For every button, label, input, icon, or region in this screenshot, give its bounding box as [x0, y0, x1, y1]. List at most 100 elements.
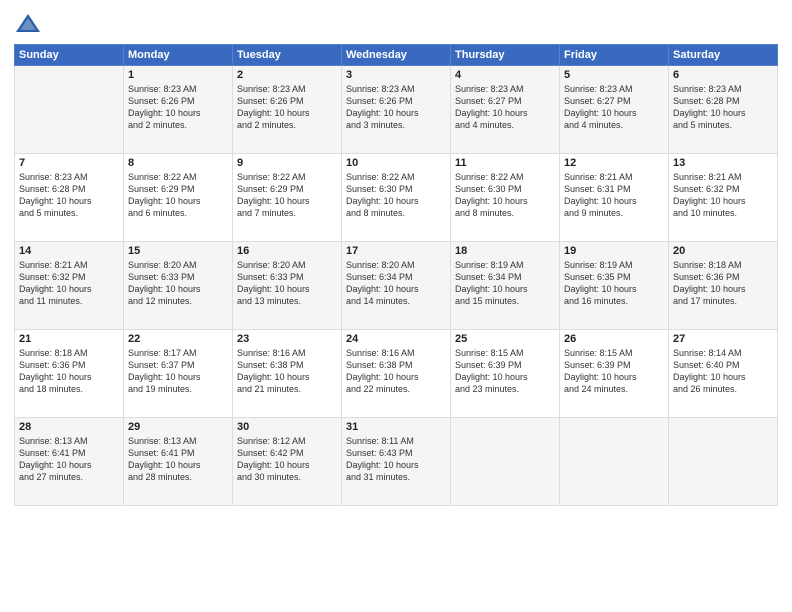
day-cell: 2Sunrise: 8:23 AMSunset: 6:26 PMDaylight…	[233, 66, 342, 154]
day-number: 17	[346, 245, 446, 257]
day-number: 22	[128, 333, 228, 345]
day-info: Sunrise: 8:11 AMSunset: 6:43 PMDaylight:…	[346, 435, 446, 484]
day-info: Sunrise: 8:23 AMSunset: 6:26 PMDaylight:…	[128, 83, 228, 132]
day-info: Sunrise: 8:23 AMSunset: 6:27 PMDaylight:…	[564, 83, 664, 132]
day-cell: 16Sunrise: 8:20 AMSunset: 6:33 PMDayligh…	[233, 242, 342, 330]
day-cell: 21 Sunrise: 8:18 AMSunset: 6:36 PMDayligh…	[15, 330, 124, 418]
day-info: Sunrise: 8:22 AMSunset: 6:30 PMDaylight:…	[346, 171, 446, 220]
day-number: 1	[128, 69, 228, 81]
day-cell: 26Sunrise: 8:15 AMSunset: 6:39 PMDayligh…	[560, 330, 669, 418]
day-number: 8	[128, 157, 228, 169]
day-cell: 22 Sunrise: 8:17 AMSunset: 6:37 PMDayligh…	[124, 330, 233, 418]
day-number: 29	[128, 421, 228, 433]
day-info: Sunrise: 8:22 AMSunset: 6:30 PMDaylight:…	[455, 171, 555, 220]
day-info: Sunrise: 8:17 AMSunset: 6:37 PMDaylight:…	[128, 347, 228, 396]
day-info: Sunrise: 8:23 AMSunset: 6:27 PMDaylight:…	[455, 83, 555, 132]
day-number: 28	[19, 421, 119, 433]
day-info: Sunrise: 8:18 AMSunset: 6:36 PMDaylight:…	[673, 259, 773, 308]
day-number: 15	[128, 245, 228, 257]
day-cell: 10 Sunrise: 8:22 AMSunset: 6:30 PMDayligh…	[342, 154, 451, 242]
day-cell: 15 Sunrise: 8:20 AMSunset: 6:33 PMDayligh…	[124, 242, 233, 330]
header-cell-saturday: Saturday	[669, 45, 778, 66]
header-row: SundayMondayTuesdayWednesdayThursdayFrid…	[15, 45, 778, 66]
day-number: 10	[346, 157, 446, 169]
day-cell: 30 Sunrise: 8:12 AMSunset: 6:42 PMDayligh…	[233, 418, 342, 506]
day-cell: 7 Sunrise: 8:23 AMSunset: 6:28 PMDaylight…	[15, 154, 124, 242]
day-cell: 19Sunrise: 8:19 AMSunset: 6:35 PMDayligh…	[560, 242, 669, 330]
day-cell: 8 Sunrise: 8:22 AMSunset: 6:29 PMDaylight…	[124, 154, 233, 242]
day-info: Sunrise: 8:22 AMSunset: 6:29 PMDaylight:…	[237, 171, 337, 220]
day-cell: 11 Sunrise: 8:22 AMSunset: 6:30 PMDayligh…	[451, 154, 560, 242]
day-cell: 18Sunrise: 8:19 AMSunset: 6:34 PMDayligh…	[451, 242, 560, 330]
day-info: Sunrise: 8:19 AMSunset: 6:34 PMDaylight:…	[455, 259, 555, 308]
day-cell: 4 Sunrise: 8:23 AMSunset: 6:27 PMDaylight…	[451, 66, 560, 154]
day-cell: 29 Sunrise: 8:13 AMSunset: 6:41 PMDayligh…	[124, 418, 233, 506]
day-cell: 27 Sunrise: 8:14 AMSunset: 6:40 PMDayligh…	[669, 330, 778, 418]
day-info: Sunrise: 8:19 AMSunset: 6:35 PMDaylight:…	[564, 259, 664, 308]
day-cell: 12Sunrise: 8:21 AMSunset: 6:31 PMDayligh…	[560, 154, 669, 242]
day-cell: 24 Sunrise: 8:16 AMSunset: 6:38 PMDayligh…	[342, 330, 451, 418]
day-cell: 5 Sunrise: 8:23 AMSunset: 6:27 PMDaylight…	[560, 66, 669, 154]
day-cell: 9 Sunrise: 8:22 AMSunset: 6:29 PMDaylight…	[233, 154, 342, 242]
day-number: 14	[19, 245, 119, 257]
day-cell: 14 Sunrise: 8:21 AMSunset: 6:32 PMDayligh…	[15, 242, 124, 330]
day-number: 4	[455, 69, 555, 81]
header-cell-friday: Friday	[560, 45, 669, 66]
day-number: 20	[673, 245, 773, 257]
day-number: 27	[673, 333, 773, 345]
day-number: 25	[455, 333, 555, 345]
day-number: 16	[237, 245, 337, 257]
week-row-3: 14 Sunrise: 8:21 AMSunset: 6:32 PMDayligh…	[15, 242, 778, 330]
day-cell: 20 Sunrise: 8:18 AMSunset: 6:36 PMDayligh…	[669, 242, 778, 330]
page: SundayMondayTuesdayWednesdayThursdayFrid…	[0, 0, 792, 612]
day-cell	[669, 418, 778, 506]
day-number: 21	[19, 333, 119, 345]
week-row-5: 28 Sunrise: 8:13 AMSunset: 6:41 PMDayligh…	[15, 418, 778, 506]
day-number: 9	[237, 157, 337, 169]
day-cell	[15, 66, 124, 154]
day-info: Sunrise: 8:15 AMSunset: 6:39 PMDaylight:…	[455, 347, 555, 396]
day-info: Sunrise: 8:16 AMSunset: 6:38 PMDaylight:…	[346, 347, 446, 396]
day-cell: 6 Sunrise: 8:23 AMSunset: 6:28 PMDaylight…	[669, 66, 778, 154]
day-number: 3	[346, 69, 446, 81]
day-info: Sunrise: 8:20 AMSunset: 6:34 PMDaylight:…	[346, 259, 446, 308]
day-cell	[560, 418, 669, 506]
day-cell: 23Sunrise: 8:16 AMSunset: 6:38 PMDayligh…	[233, 330, 342, 418]
day-info: Sunrise: 8:21 AMSunset: 6:32 PMDaylight:…	[19, 259, 119, 308]
day-info: Sunrise: 8:23 AMSunset: 6:28 PMDaylight:…	[19, 171, 119, 220]
day-info: Sunrise: 8:13 AMSunset: 6:41 PMDaylight:…	[128, 435, 228, 484]
week-row-2: 7 Sunrise: 8:23 AMSunset: 6:28 PMDaylight…	[15, 154, 778, 242]
day-info: Sunrise: 8:23 AMSunset: 6:26 PMDaylight:…	[346, 83, 446, 132]
day-number: 31	[346, 421, 446, 433]
day-info: Sunrise: 8:12 AMSunset: 6:42 PMDaylight:…	[237, 435, 337, 484]
day-cell: 25 Sunrise: 8:15 AMSunset: 6:39 PMDayligh…	[451, 330, 560, 418]
day-cell: 1 Sunrise: 8:23 AMSunset: 6:26 PMDaylight…	[124, 66, 233, 154]
day-info: Sunrise: 8:22 AMSunset: 6:29 PMDaylight:…	[128, 171, 228, 220]
header-cell-wednesday: Wednesday	[342, 45, 451, 66]
week-row-4: 21 Sunrise: 8:18 AMSunset: 6:36 PMDayligh…	[15, 330, 778, 418]
day-number: 11	[455, 157, 555, 169]
day-info: Sunrise: 8:23 AMSunset: 6:26 PMDaylight:…	[237, 83, 337, 132]
header-cell-sunday: Sunday	[15, 45, 124, 66]
day-info: Sunrise: 8:13 AMSunset: 6:41 PMDaylight:…	[19, 435, 119, 484]
header-cell-tuesday: Tuesday	[233, 45, 342, 66]
day-info: Sunrise: 8:14 AMSunset: 6:40 PMDaylight:…	[673, 347, 773, 396]
header-cell-monday: Monday	[124, 45, 233, 66]
logo	[14, 10, 46, 38]
day-info: Sunrise: 8:20 AMSunset: 6:33 PMDaylight:…	[128, 259, 228, 308]
day-number: 5	[564, 69, 664, 81]
day-number: 26	[564, 333, 664, 345]
day-info: Sunrise: 8:18 AMSunset: 6:36 PMDaylight:…	[19, 347, 119, 396]
day-number: 6	[673, 69, 773, 81]
day-number: 12	[564, 157, 664, 169]
logo-icon	[14, 10, 42, 38]
day-info: Sunrise: 8:23 AMSunset: 6:28 PMDaylight:…	[673, 83, 773, 132]
day-number: 7	[19, 157, 119, 169]
day-cell: 17 Sunrise: 8:20 AMSunset: 6:34 PMDayligh…	[342, 242, 451, 330]
header	[14, 10, 778, 38]
day-info: Sunrise: 8:21 AMSunset: 6:32 PMDaylight:…	[673, 171, 773, 220]
day-number: 24	[346, 333, 446, 345]
day-number: 13	[673, 157, 773, 169]
day-info: Sunrise: 8:16 AMSunset: 6:38 PMDaylight:…	[237, 347, 337, 396]
day-number: 30	[237, 421, 337, 433]
